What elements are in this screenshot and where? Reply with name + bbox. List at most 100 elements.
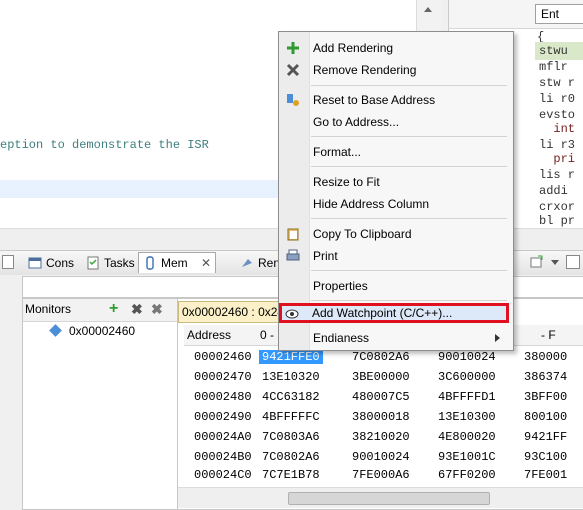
disasm-instr: stwu — [539, 44, 568, 58]
menu-item-reset-base-address[interactable]: Reset to Base Address — [279, 90, 513, 110]
memory-cell[interactable]: 13E10320 — [262, 370, 320, 384]
scrollbar-thumb[interactable] — [288, 492, 490, 505]
memory-cell[interactable]: 7FE000A6 — [352, 468, 410, 482]
memory-cell[interactable]: 480007C5 — [352, 390, 410, 404]
table-row[interactable]: 000024C0 7C7E1B78 7FE000A6 67FF0200 7FE0… — [184, 465, 583, 485]
maximize-icon[interactable] — [566, 255, 580, 269]
memory-cell[interactable]: 3BFF00 — [524, 390, 567, 404]
remove-icon — [286, 63, 300, 77]
menu-item-label: Remove Rendering — [313, 63, 417, 77]
tab-tasks[interactable]: Tasks — [82, 253, 139, 273]
table-row[interactable]: 000024A0 7C0803A6 38210020 4E800020 9421… — [184, 427, 583, 447]
address-cell: 00002470 — [194, 370, 252, 384]
menu-item-label: Add Rendering — [313, 41, 394, 55]
memory-cell[interactable]: 7C0802A6 — [352, 350, 410, 364]
tab-console[interactable]: Cons — [24, 253, 78, 273]
address-cell: 00002480 — [194, 390, 252, 404]
menu-separator — [311, 166, 507, 167]
disassembly-address-field[interactable]: Ent — [535, 4, 583, 24]
plus-icon — [287, 42, 299, 54]
memory-cell[interactable]: 7FE001 — [524, 468, 567, 482]
memory-cell[interactable]: 93E1001C — [438, 450, 496, 464]
menu-item-properties[interactable]: Properties — [279, 276, 513, 296]
renderings-icon — [242, 259, 252, 267]
menu-separator — [311, 85, 507, 86]
memory-cell[interactable]: 13E10300 — [438, 410, 496, 424]
memory-cell[interactable]: 38210020 — [352, 430, 410, 444]
console-icon — [28, 257, 42, 269]
memory-cell[interactable]: 800100 — [524, 410, 567, 424]
menu-item-add-rendering[interactable]: Add Rendering — [279, 38, 513, 58]
clipboard-icon — [287, 228, 299, 241]
close-icon[interactable]: ✕ — [201, 256, 211, 270]
memory-horizontal-scrollbar[interactable] — [178, 487, 583, 508]
menu-item-go-to-address[interactable]: Go to Address... — [279, 112, 513, 132]
memory-cell-selected[interactable]: 9421FFE0 — [259, 350, 323, 364]
disasm-instr: li r0 — [539, 92, 576, 106]
tab-label: Cons — [46, 256, 75, 270]
memory-cell[interactable]: 380000 — [524, 350, 567, 364]
monitor-item-icon — [49, 324, 62, 337]
tasks-icon — [87, 256, 99, 270]
memory-cell[interactable]: 386374 — [524, 370, 567, 384]
reset-icon — [287, 94, 299, 106]
scroll-up-icon[interactable] — [424, 7, 432, 12]
memory-cell[interactable]: 90010024 — [352, 450, 410, 464]
monitor-item[interactable]: 0x00002460 — [69, 324, 135, 338]
remove-all-monitors-icon[interactable]: ✖ — [151, 301, 163, 318]
menu-item-label: Print — [313, 249, 338, 263]
menu-item-copy-to-clipboard[interactable]: Copy To Clipboard — [279, 224, 513, 244]
menu-item-add-watchpoint[interactable]: Add Watchpoint (C/C++)... — [279, 303, 509, 323]
menu-item-label: Hide Address Column — [313, 197, 430, 211]
memory-cell[interactable]: 7C0803A6 — [262, 430, 320, 444]
address-cell: 000024A0 — [194, 430, 252, 444]
menu-item-label: Endianess — [313, 331, 370, 345]
monitors-header: Monitors + ✖ ✖ — [23, 299, 177, 322]
tab-memory[interactable]: Mem ✕ — [138, 252, 217, 273]
monitors-title: Monitors — [25, 302, 72, 316]
memory-cell[interactable]: 7C0802A6 — [262, 450, 320, 464]
menu-item-hide-address-column[interactable]: Hide Address Column — [279, 194, 513, 214]
table-row[interactable]: 00002470 13E10320 3BE00000 3C600000 3863… — [184, 367, 583, 387]
memory-cell[interactable]: 4CC63182 — [262, 390, 320, 404]
menu-item-format[interactable]: Format... — [279, 142, 513, 162]
memory-cell[interactable]: 4E800020 — [438, 430, 496, 444]
add-monitor-icon[interactable]: + — [109, 300, 118, 318]
minimize-icon[interactable] — [2, 255, 14, 269]
disasm-instr: evsto — [539, 108, 576, 122]
memory-cell[interactable]: 4BFFFFFC — [262, 410, 320, 424]
menu-item-remove-rendering[interactable]: Remove Rendering — [279, 60, 513, 80]
table-row[interactable]: 00002480 4CC63182 480007C5 4BFFFFD1 3BFF… — [184, 387, 583, 407]
memory-cell[interactable]: 67FF0200 — [438, 468, 496, 482]
menu-item-label: Format... — [313, 145, 362, 159]
view-menu-icon[interactable] — [548, 255, 562, 269]
tab-renderings[interactable]: Ren — [236, 253, 284, 273]
tab-label: Ren — [258, 256, 281, 270]
column-header-address: Address — [187, 328, 232, 342]
new-rendering-icon[interactable] — [530, 255, 544, 269]
tab-label: Tasks — [104, 256, 135, 270]
memory-cell[interactable]: 38000018 — [352, 410, 410, 424]
memory-cell[interactable]: 93C100 — [524, 450, 567, 464]
memory-icon — [146, 256, 154, 270]
menu-item-resize-to-fit[interactable]: Resize to Fit — [279, 172, 513, 192]
watchpoint-icon — [285, 309, 299, 319]
menu-separator — [311, 136, 507, 137]
tab-label: Mem — [161, 256, 188, 270]
memory-cell[interactable]: 3C600000 — [438, 370, 496, 384]
menu-item-label: Resize to Fit — [313, 175, 380, 189]
menu-item-print[interactable]: Print — [279, 246, 513, 266]
address-cell: 000024B0 — [194, 450, 252, 464]
memory-cell[interactable]: 9421FF — [524, 430, 567, 444]
memory-cell[interactable]: 4BFFFFD1 — [438, 390, 496, 404]
remove-monitor-icon[interactable]: ✖ — [131, 301, 143, 318]
memory-cell[interactable]: 3BE00000 — [352, 370, 410, 384]
disasm-instr: pri — [539, 152, 576, 166]
memory-cell[interactable]: 90010024 — [438, 350, 496, 364]
memory-cell[interactable]: 7C7E1B78 — [262, 468, 320, 482]
table-row[interactable]: 00002490 4BFFFFFC 38000018 13E10300 8001… — [184, 407, 583, 427]
table-row[interactable]: 000024B0 7C0802A6 90010024 93E1001C 93C1… — [184, 447, 583, 467]
menu-item-endianess[interactable]: Endianess — [279, 328, 513, 348]
rendering-tab[interactable]: 0x00002460 : 0x246 — [178, 301, 293, 323]
monitors-pane[interactable]: Monitors + ✖ ✖ 0x00002460 — [22, 298, 178, 510]
